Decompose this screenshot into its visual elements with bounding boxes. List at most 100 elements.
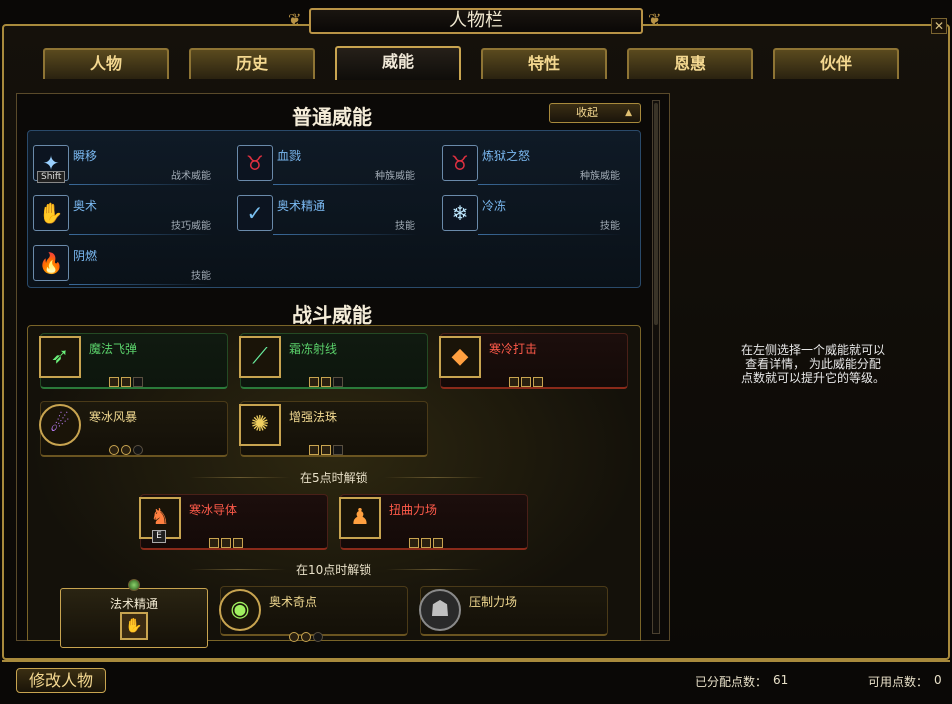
collapse-button[interactable]: 收起 ▲ [549, 103, 641, 123]
ice-storm-icon: ☄ [39, 404, 81, 446]
power-item[interactable]: ❄ 冷冻 技能 [442, 195, 622, 235]
power-name: 寒冰风暴 [89, 410, 138, 424]
close-button[interactable]: ✕ [931, 18, 947, 34]
combat-power-item[interactable]: ⟋ 霜冻射线 [239, 333, 428, 389]
tab-powers[interactable]: 威能 [335, 46, 461, 80]
feat-label: 法术精通 [109, 597, 158, 611]
ornament-left-icon: ❦ [288, 10, 302, 29]
gem-icon [128, 579, 140, 591]
scrollbar[interactable] [652, 100, 660, 634]
divider [69, 234, 213, 235]
power-name: 奥术奇点 [269, 595, 318, 609]
power-name: 扭曲力场 [389, 503, 438, 517]
spell-mastery-icon: ✋ [120, 612, 148, 640]
footer-bar [2, 660, 950, 704]
snowflake-icon: ❄ [442, 195, 478, 231]
power-name: 瞬移 [73, 149, 98, 163]
power-name: 冷冻 [482, 199, 507, 213]
unlock-5-label: 在5点时解锁 [300, 471, 368, 485]
flame-icon: 🔥 [33, 245, 69, 281]
rank-pip [109, 377, 119, 387]
orb-icon: ✺ [239, 404, 281, 446]
combat-power-item[interactable]: ♞ 寒冰导体 [139, 494, 328, 550]
rank-pip [409, 538, 419, 548]
combat-power-item[interactable]: ✺ 增强法珠 [239, 401, 428, 457]
divider [386, 569, 482, 570]
ray-of-frost-icon: ⟋ [239, 336, 281, 378]
power-type: 技能 [395, 221, 415, 232]
repel-field-icon: ☗ [419, 589, 461, 631]
window-title: 人物栏 [309, 8, 643, 34]
dropdown-arrow-icon: ▲ [625, 108, 632, 118]
power-name: 阴燃 [73, 249, 98, 263]
power-item[interactable]: ♉ 炼狱之怒 种族威能 [442, 145, 622, 185]
rank-pip [421, 538, 431, 548]
power-item[interactable]: ✓ 奥术精通 技能 [237, 195, 417, 235]
rank-pip [301, 632, 311, 642]
power-name: 炼狱之怒 [482, 149, 531, 163]
power-type: 种族威能 [375, 171, 415, 182]
power-item[interactable]: ✦ Shift 瞬移 战术威能 [33, 145, 213, 185]
rank-pip [121, 445, 131, 455]
rank-pips [109, 372, 145, 387]
divider [190, 477, 290, 478]
scrollbar-thumb[interactable] [654, 103, 658, 325]
rank-pips [309, 372, 345, 387]
power-item[interactable]: 🔥 阴燃 技能 [33, 245, 213, 285]
rank-pip [121, 377, 131, 387]
combat-power-item[interactable]: ☗ 压制力场 [419, 586, 608, 636]
arcane-mastery-icon: ✓ [237, 195, 273, 231]
rank-pips [209, 533, 245, 548]
power-type: 战术威能 [171, 171, 211, 182]
keybind-badge: E [152, 530, 166, 543]
rank-pip [309, 445, 319, 455]
assigned-points-value: 61 [773, 673, 789, 687]
power-item[interactable]: ✋ 奥术 技巧威能 [33, 195, 213, 235]
tab-character[interactable]: 人物 [43, 48, 169, 79]
rank-pip [313, 632, 323, 642]
tab-history[interactable]: 历史 [189, 48, 315, 79]
rank-pip [509, 377, 519, 387]
tab-boons[interactable]: 恩惠 [627, 48, 753, 79]
rank-pips [109, 440, 145, 455]
divider [478, 234, 622, 235]
tiefling-icon: ♉ [442, 145, 478, 181]
power-name: 压制力场 [469, 595, 518, 609]
power-name: 霜冻射线 [289, 342, 338, 356]
rank-pip [133, 445, 143, 455]
available-points-label: 可用点数： [868, 675, 929, 689]
rank-pip [321, 445, 331, 455]
warping-field-icon: ♟ [339, 497, 381, 539]
rank-pip [521, 377, 531, 387]
rank-pips [509, 372, 545, 387]
keybind-badge: Shift [37, 171, 66, 183]
rank-pip [221, 538, 231, 548]
combat-power-item[interactable]: ◉ 奥术奇点 [219, 586, 408, 642]
chilling-strike-icon: ◆ [439, 336, 481, 378]
power-name: 增强法珠 [289, 410, 338, 424]
rank-pips [309, 440, 345, 455]
rank-pip [433, 538, 443, 548]
singularity-icon: ◉ [219, 589, 261, 631]
available-points-value: 0 [934, 673, 942, 687]
divider [69, 284, 213, 285]
tab-companions[interactable]: 伙伴 [773, 48, 899, 79]
power-name: 血戮 [277, 149, 302, 163]
modify-character-button[interactable]: 修改人物 [16, 668, 106, 693]
tiefling-icon: ♉ [237, 145, 273, 181]
ornament-right-icon: ❦ [648, 10, 662, 29]
combat-power-item[interactable]: ☄ 寒冰风暴 [39, 401, 228, 457]
combat-power-item[interactable]: ➶ 魔法飞弹 [39, 333, 228, 389]
rank-pip [533, 377, 543, 387]
tab-features[interactable]: 特性 [481, 48, 607, 79]
power-type: 种族威能 [580, 171, 620, 182]
power-type: 技巧威能 [171, 221, 211, 232]
rank-pips [409, 533, 445, 548]
rank-pip [209, 538, 219, 548]
combat-power-item[interactable]: ◆ 寒冷打击 [439, 333, 628, 389]
combat-power-item[interactable]: ♟ 扭曲力场 [339, 494, 528, 550]
power-name: 奥术精通 [277, 199, 326, 213]
power-name: 寒冷打击 [489, 342, 538, 356]
collapse-label: 收起 [576, 106, 598, 119]
power-item[interactable]: ♉ 血戮 种族威能 [237, 145, 417, 185]
